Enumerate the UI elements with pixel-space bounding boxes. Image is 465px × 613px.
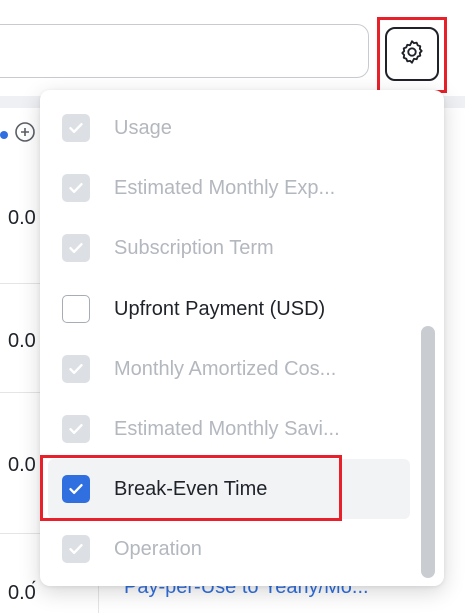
check-icon — [69, 123, 83, 133]
settings-button-highlight — [377, 17, 447, 93]
column-option-upfront-payment[interactable]: Upfront Payment (USD) — [48, 279, 410, 339]
column-option-label: Estimated Monthly Savi... — [114, 417, 340, 440]
dropdown-scrollbar[interactable] — [421, 326, 435, 578]
column-option-label: Operation — [114, 537, 202, 560]
table-cell: 0.0́ — [8, 582, 36, 604]
column-option-estimated-monthly-expense: Estimated Monthly Exp... — [48, 158, 410, 218]
column-option-usage: Usage — [48, 98, 410, 158]
checkbox — [62, 415, 90, 443]
table-cell: 0.0 — [8, 207, 36, 229]
checkbox — [62, 355, 90, 383]
check-icon — [69, 364, 83, 374]
column-option-monthly-amortized-cost: Monthly Amortized Cos... — [48, 339, 410, 399]
table-cell: 0.0 — [8, 454, 36, 476]
checkbox[interactable] — [62, 295, 90, 323]
check-icon — [69, 544, 83, 554]
column-option-label: Upfront Payment (USD) — [114, 297, 326, 320]
column-option-operation: Operation — [48, 519, 410, 579]
sort-icon[interactable] — [14, 121, 36, 148]
checkbox — [62, 234, 90, 262]
break-even-time-highlight — [40, 455, 342, 521]
checkbox — [62, 535, 90, 563]
column-option-subscription-term: Subscription Term — [48, 218, 410, 278]
table-header-icons — [0, 121, 36, 148]
column-option-label: Estimated Monthly Exp... — [114, 176, 336, 199]
check-icon — [69, 424, 83, 434]
column-option-label: Subscription Term — [114, 236, 274, 259]
table-cell: 0.0 — [8, 330, 36, 352]
checkbox — [62, 174, 90, 202]
column-option-estimated-monthly-savings: Estimated Monthly Savi... — [48, 399, 410, 459]
check-icon — [69, 183, 83, 193]
checkbox — [62, 114, 90, 142]
check-icon — [69, 243, 83, 253]
blue-indicator-icon — [0, 130, 8, 139]
search-input[interactable] — [0, 24, 369, 78]
column-option-label: Usage — [114, 116, 172, 139]
column-option-label: Monthly Amortized Cos... — [114, 357, 337, 380]
